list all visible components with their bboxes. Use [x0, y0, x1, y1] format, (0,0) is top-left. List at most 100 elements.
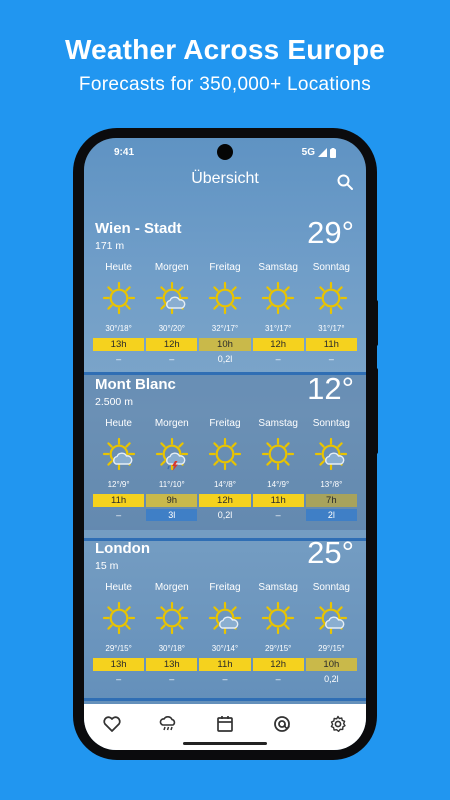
precipitation: –	[275, 510, 281, 520]
heart-icon[interactable]	[102, 714, 122, 734]
home-indicator[interactable]	[183, 742, 267, 745]
min-max-temp: 30°/20°	[158, 324, 185, 333]
sunshine-hours: 11h	[252, 494, 304, 507]
current-temperature: 29°	[307, 215, 354, 250]
forecast-days: Heute 30°/18° 13h – Morgen 30°/20° 12h – Freitag…	[92, 262, 358, 365]
day-name: Sonntag	[312, 418, 350, 429]
sun-icon	[102, 281, 135, 315]
day-name: Morgen	[154, 418, 189, 429]
forecast-day[interactable]: Samstag 31°/17° 12h –	[252, 262, 305, 365]
precipitation: –	[116, 354, 122, 364]
weather-icon-wrap	[252, 600, 305, 636]
battery-icon	[330, 147, 336, 158]
phone-power-button	[374, 368, 378, 454]
rain-cloud-icon[interactable]	[158, 714, 178, 734]
sunshine-hours: 11h	[93, 494, 145, 507]
sunshine-hours: 13h	[146, 658, 198, 671]
forecast-day[interactable]: Sonntag 29°/15° 10h 0,2l	[305, 582, 358, 685]
weather-icon-wrap	[252, 436, 305, 472]
forecast-day[interactable]: Morgen 11°/10° 9h 3l	[145, 418, 198, 521]
forecast-day[interactable]: Sonntag 13°/8° 7h 2l	[305, 418, 358, 521]
day-name: Morgen	[154, 262, 189, 273]
day-name: Freitag	[209, 582, 241, 593]
card-divider	[84, 538, 366, 541]
min-max-temp: 32°/17°	[211, 324, 239, 333]
status-bar: 9:41 5G	[84, 146, 366, 162]
min-max-temp: 30°/14°	[211, 644, 239, 653]
location-name: Wien - Stadt	[95, 220, 182, 237]
signal-icon	[318, 148, 327, 157]
sun-icon	[262, 601, 295, 635]
sunshine-hours: 11h	[305, 338, 357, 351]
promo-title: Weather Across Europe	[64, 34, 386, 65]
network-label: 5G	[301, 147, 315, 158]
min-max-temp: 29°/15°	[105, 644, 132, 653]
weather-icon-wrap	[145, 600, 198, 636]
search-icon[interactable]	[336, 173, 354, 191]
at-location-icon[interactable]	[272, 714, 292, 734]
min-max-temp: 30°/18°	[158, 644, 185, 653]
min-max-temp: 12°/9°	[107, 480, 130, 489]
forecast-day[interactable]: Morgen 30°/18° 13h –	[145, 582, 198, 685]
day-name: Sonntag	[312, 262, 350, 273]
forecast-day[interactable]: Freitag 32°/17° 10h 0,2l	[198, 262, 251, 365]
min-max-temp: 31°/17°	[264, 324, 292, 333]
location-card[interactable]: Mont Blanc 2.500 m 12° Heute 12°/9° 11h – Morge…	[84, 371, 366, 530]
forecast-day[interactable]: Heute 30°/18° 13h –	[92, 262, 145, 365]
forecast-day[interactable]: Samstag 14°/9° 11h –	[252, 418, 305, 521]
weather-icon-wrap	[198, 436, 251, 472]
forecast-day[interactable]: Sonntag 31°/17° 11h –	[305, 262, 358, 365]
location-name: Mont Blanc	[95, 376, 176, 393]
forecast-day[interactable]: Freitag 30°/14° 11h –	[198, 582, 251, 685]
sun-icon	[315, 281, 348, 315]
day-name: Freitag	[209, 262, 241, 273]
status-time: 9:41	[114, 147, 135, 158]
day-name: Samstag	[258, 418, 298, 429]
location-altitude: 2.500 m	[95, 396, 133, 408]
precipitation: –	[275, 674, 281, 684]
sunshine-hours: 12h	[252, 338, 304, 351]
precipitation: –	[169, 354, 175, 364]
sunshine-hours: 13h	[93, 658, 145, 671]
day-name: Heute	[105, 262, 132, 273]
forecast-day[interactable]: Heute 12°/9° 11h –	[92, 418, 145, 521]
precipitation: –	[116, 510, 122, 520]
sun-icon	[102, 601, 135, 635]
forecast-day[interactable]: Morgen 30°/20° 12h –	[145, 262, 198, 365]
weather-icon-wrap	[92, 600, 145, 636]
location-card[interactable]: Wien - Stadt 171 m 29° Heute 30°/18° 13h – Morg…	[84, 215, 366, 370]
gear-icon[interactable]	[328, 714, 348, 734]
min-max-temp: 29°/15°	[318, 644, 345, 653]
day-name: Samstag	[258, 262, 298, 273]
forecast-day[interactable]: Samstag 29°/15° 12h –	[252, 582, 305, 685]
location-name: London	[95, 540, 150, 557]
sunshine-hours: 10h	[199, 338, 251, 351]
sun-cloud-icon	[102, 437, 135, 471]
location-card[interactable]: London 15 m 25° Heute 29°/15° 13h – Morgen 30°/1…	[84, 535, 366, 698]
status-indicators: 5G	[302, 147, 336, 158]
min-max-temp: 14°/8°	[213, 480, 236, 489]
forecast-day[interactable]: Heute 29°/15° 13h –	[92, 582, 145, 685]
precipitation: 3l	[146, 509, 198, 521]
forecast-days: Heute 29°/15° 13h – Morgen 30°/18° 13h – Freitag…	[92, 582, 358, 685]
sun-icon	[262, 281, 295, 315]
sunshine-hours: 13h	[93, 338, 145, 351]
forecast-day[interactable]: Freitag 14°/8° 12h 0,2l	[198, 418, 251, 521]
min-max-temp: 11°/10°	[158, 480, 185, 489]
min-max-temp: 13°/8°	[320, 480, 343, 489]
thunderstorm-icon	[155, 437, 188, 471]
phone-volume-button	[374, 300, 378, 346]
sunshine-hours: 9h	[146, 494, 198, 507]
sunshine-hours: 12h	[146, 338, 198, 351]
calendar-icon[interactable]	[215, 714, 235, 734]
weather-icon-wrap	[305, 280, 358, 316]
location-altitude: 171 m	[95, 240, 125, 252]
bottom-navigation	[84, 704, 366, 750]
sun-icon	[208, 281, 242, 315]
weather-icon-wrap	[92, 280, 145, 316]
day-name: Morgen	[154, 582, 189, 593]
precipitation: –	[275, 354, 281, 364]
page-title: Übersicht	[191, 170, 259, 187]
min-max-temp: 14°/9°	[267, 480, 290, 489]
precipitation: –	[116, 674, 122, 684]
